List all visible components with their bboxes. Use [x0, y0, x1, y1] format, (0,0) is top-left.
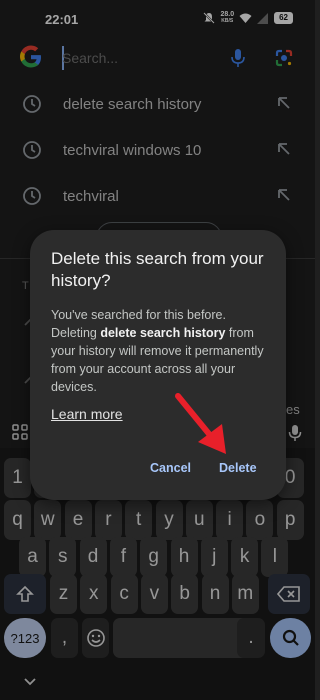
red-annotation-arrow-icon	[175, 393, 226, 454]
learn-more-link[interactable]: Learn more	[51, 406, 123, 422]
dialog-body: You've searched for this before. Deletin…	[51, 308, 264, 394]
dialog-query-bold: delete search history	[100, 326, 226, 340]
delete-confirmation-dialog: Delete this search from your history? Yo…	[30, 230, 286, 500]
dialog-title: Delete this search from your history?	[51, 249, 264, 290]
delete-button[interactable]: Delete	[219, 461, 257, 475]
cancel-button[interactable]: Cancel	[150, 461, 191, 475]
